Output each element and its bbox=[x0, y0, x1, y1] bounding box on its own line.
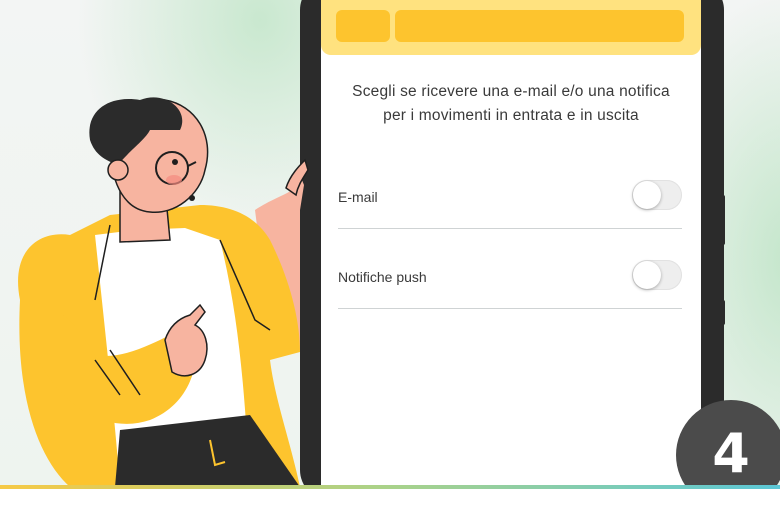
footer-strip bbox=[0, 489, 780, 507]
background-scene: Scegli se ricevere una e-mail e/o una no… bbox=[0, 0, 780, 487]
header-band bbox=[321, 0, 701, 55]
setting-row-email: E-mail bbox=[338, 180, 682, 229]
notification-description: Scegli se ricevere una e-mail e/o una no… bbox=[352, 83, 670, 124]
phone-screen: Scegli se ricevere una e-mail e/o una no… bbox=[321, 0, 701, 487]
setting-label-email: E-mail bbox=[338, 189, 378, 205]
phone-side-button bbox=[720, 195, 725, 245]
header-back-button[interactable] bbox=[336, 10, 390, 42]
step-number: 4 bbox=[712, 422, 750, 485]
setting-label-push: Notifiche push bbox=[338, 269, 427, 285]
push-toggle[interactable] bbox=[632, 260, 682, 290]
email-toggle[interactable] bbox=[632, 180, 682, 210]
toggle-knob bbox=[633, 261, 661, 289]
row-divider bbox=[338, 308, 682, 309]
header-title-bar bbox=[395, 10, 684, 42]
row-divider bbox=[338, 228, 682, 229]
man-pointing-illustration bbox=[18, 97, 309, 487]
setting-row-push: Notifiche push bbox=[338, 260, 682, 309]
phone-side-button bbox=[720, 300, 725, 325]
toggle-knob bbox=[633, 181, 661, 209]
